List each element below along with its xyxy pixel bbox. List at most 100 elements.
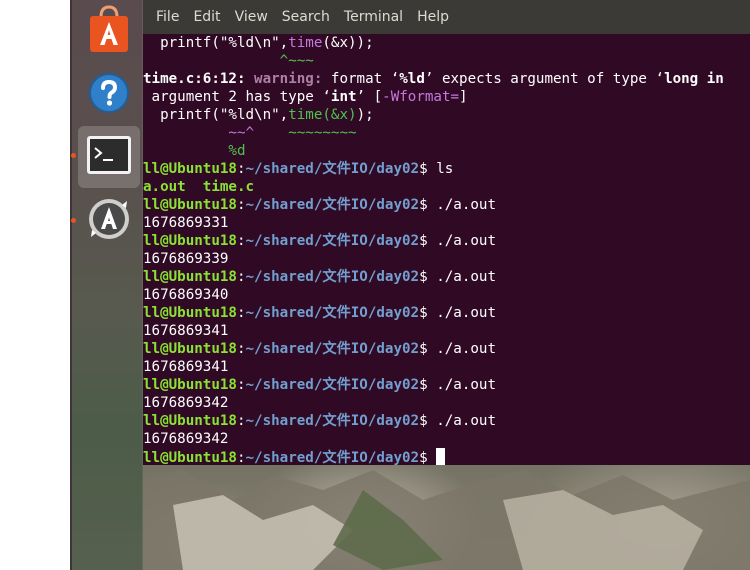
- terminal-text: $ ./a.out: [419, 269, 496, 285]
- terminal-line: 1676869342: [143, 394, 750, 412]
- terminal-cursor: [436, 448, 446, 465]
- terminal-line: %d: [143, 142, 750, 160]
- terminal-text: ~~~~~~~~: [288, 125, 357, 141]
- terminal-text: ~/shared/文件IO/day02: [245, 450, 420, 465]
- terminal-line: 1676869341: [143, 358, 750, 376]
- software-updater-icon: [86, 196, 132, 247]
- terminal-text: ~~^: [143, 125, 289, 141]
- terminal-line: 1676869342: [143, 430, 750, 448]
- terminal-text: 1676869341: [143, 323, 229, 339]
- terminal-text: printf("%ld\n",: [143, 35, 289, 51]
- help-icon: [88, 72, 130, 119]
- terminal-text: $ ./a.out: [419, 233, 496, 249]
- terminal-text: 1676869331: [143, 215, 229, 231]
- menu-view[interactable]: View: [228, 9, 275, 25]
- terminal-text: ll@Ubuntu18: [143, 413, 237, 429]
- terminal-text: ’ [: [356, 89, 383, 105]
- terminal-text: $ ./a.out: [419, 305, 496, 321]
- terminal-text: argument 2 has type ‘: [143, 89, 331, 105]
- terminal-text: ~/shared/文件IO/day02: [245, 377, 420, 393]
- terminal-text: ll@Ubuntu18: [143, 161, 237, 177]
- screen: File Edit View Search Terminal Help prin…: [0, 0, 750, 570]
- terminal-text: ~/shared/文件IO/day02: [245, 269, 420, 285]
- terminal-text: $ ./a.out: [419, 341, 496, 357]
- terminal-text: $ ./a.out: [419, 377, 496, 393]
- terminal-text: 1676869339: [143, 251, 229, 267]
- terminal-icon: [86, 135, 132, 180]
- launcher-item-updater[interactable]: [78, 190, 140, 252]
- terminal-output[interactable]: printf("%ld\n",time(&x)); ^~~~ time.c:6:1…: [143, 34, 750, 465]
- terminal-line: ll@Ubuntu18:~/shared/文件IO/day02$: [143, 448, 750, 465]
- terminal-menubar: File Edit View Search Terminal Help: [143, 0, 750, 34]
- terminal-text: :: [236, 450, 246, 465]
- terminal-text: ’ expects argument of type ‘: [424, 71, 665, 87]
- terminal-text: -Wformat=: [382, 89, 460, 105]
- terminal-text: warning:: [254, 71, 331, 87]
- blank-area: [0, 0, 70, 570]
- terminal-text: time.c:6:12:: [143, 71, 255, 87]
- terminal-line: printf("%ld\n",time(&x));: [143, 106, 750, 124]
- terminal-line: 1676869341: [143, 322, 750, 340]
- terminal-line: ll@Ubuntu18:~/shared/文件IO/day02$ ./a.out: [143, 304, 750, 322]
- terminal-text: format ‘: [330, 71, 400, 87]
- terminal-text: printf("%ld\n",: [143, 107, 289, 123]
- terminal-text: :: [236, 233, 246, 249]
- terminal-line: ll@Ubuntu18:~/shared/文件IO/day02$ ./a.out: [143, 376, 750, 394]
- terminal-line: time.c:6:12: warning: format ‘%ld’ expec…: [143, 70, 750, 88]
- terminal-text: time: [288, 35, 323, 51]
- terminal-line: ll@Ubuntu18:~/shared/文件IO/day02$ ./a.out: [143, 232, 750, 250]
- running-indicator: [71, 153, 76, 158]
- launcher-item-software[interactable]: [78, 0, 140, 62]
- menu-help[interactable]: Help: [410, 9, 456, 25]
- terminal-text: 1676869342: [143, 395, 229, 411]
- terminal-text: %d: [143, 143, 246, 159]
- terminal-text: ll@Ubuntu18: [143, 197, 237, 213]
- terminal-line: ~~^ ~~~~~~~~: [143, 124, 750, 142]
- terminal-text: ll@Ubuntu18: [143, 305, 237, 321]
- launcher-item-help[interactable]: [78, 64, 140, 126]
- terminal-line: 1676869340: [143, 286, 750, 304]
- terminal-text: int: [330, 89, 357, 105]
- terminal-text: ~/shared/文件IO/day02: [245, 413, 420, 429]
- terminal-window[interactable]: File Edit View Search Terminal Help prin…: [143, 0, 750, 465]
- terminal-text: ~/shared/文件IO/day02: [245, 197, 420, 213]
- terminal-line: 1676869331: [143, 214, 750, 232]
- terminal-text: ~/shared/文件IO/day02: [245, 305, 420, 321]
- terminal-text: :: [236, 413, 246, 429]
- terminal-line: ll@Ubuntu18:~/shared/文件IO/day02$ ./a.out: [143, 196, 750, 214]
- launcher-sidebar: [70, 0, 143, 570]
- menu-terminal[interactable]: Terminal: [337, 9, 410, 25]
- terminal-text: $: [419, 450, 437, 465]
- terminal-text: ]: [459, 89, 468, 105]
- terminal-text: $ ./a.out: [419, 197, 496, 213]
- terminal-line: a.out time.c: [143, 178, 750, 196]
- launcher-item-terminal[interactable]: [78, 126, 140, 188]
- terminal-text: %ld: [399, 71, 425, 87]
- menu-file[interactable]: File: [149, 9, 186, 25]
- terminal-text: ~/shared/文件IO/day02: [245, 341, 420, 357]
- terminal-text: (&x));: [322, 35, 374, 51]
- terminal-text: a.out time.c: [143, 179, 255, 195]
- terminal-line: ll@Ubuntu18:~/shared/文件IO/day02$ ./a.out: [143, 268, 750, 286]
- terminal-text: 1676869340: [143, 287, 229, 303]
- menu-search[interactable]: Search: [275, 9, 337, 25]
- terminal-text: ll@Ubuntu18: [143, 341, 237, 357]
- terminal-text: $ ls: [419, 161, 454, 177]
- terminal-text: ~/shared/文件IO/day02: [245, 233, 420, 249]
- terminal-text: );: [356, 107, 374, 123]
- terminal-text: long in: [664, 71, 724, 87]
- terminal-text: :: [236, 269, 246, 285]
- terminal-text: ll@Ubuntu18: [143, 377, 237, 393]
- terminal-text: ~/shared/文件IO/day02: [245, 161, 420, 177]
- terminal-text: 1676869341: [143, 359, 229, 375]
- terminal-line: ll@Ubuntu18:~/shared/文件IO/day02$ ./a.out: [143, 412, 750, 430]
- menu-edit[interactable]: Edit: [186, 9, 227, 25]
- terminal-text: :: [236, 305, 246, 321]
- terminal-text: :: [236, 197, 246, 213]
- terminal-text: ll@Ubuntu18: [143, 450, 237, 465]
- terminal-text: ^~~~: [143, 53, 314, 69]
- terminal-text: 1676869342: [143, 431, 229, 447]
- terminal-line: ^~~~: [143, 52, 750, 70]
- terminal-line: argument 2 has type ‘int’ [-Wformat=]: [143, 88, 750, 106]
- terminal-text: ll@Ubuntu18: [143, 269, 237, 285]
